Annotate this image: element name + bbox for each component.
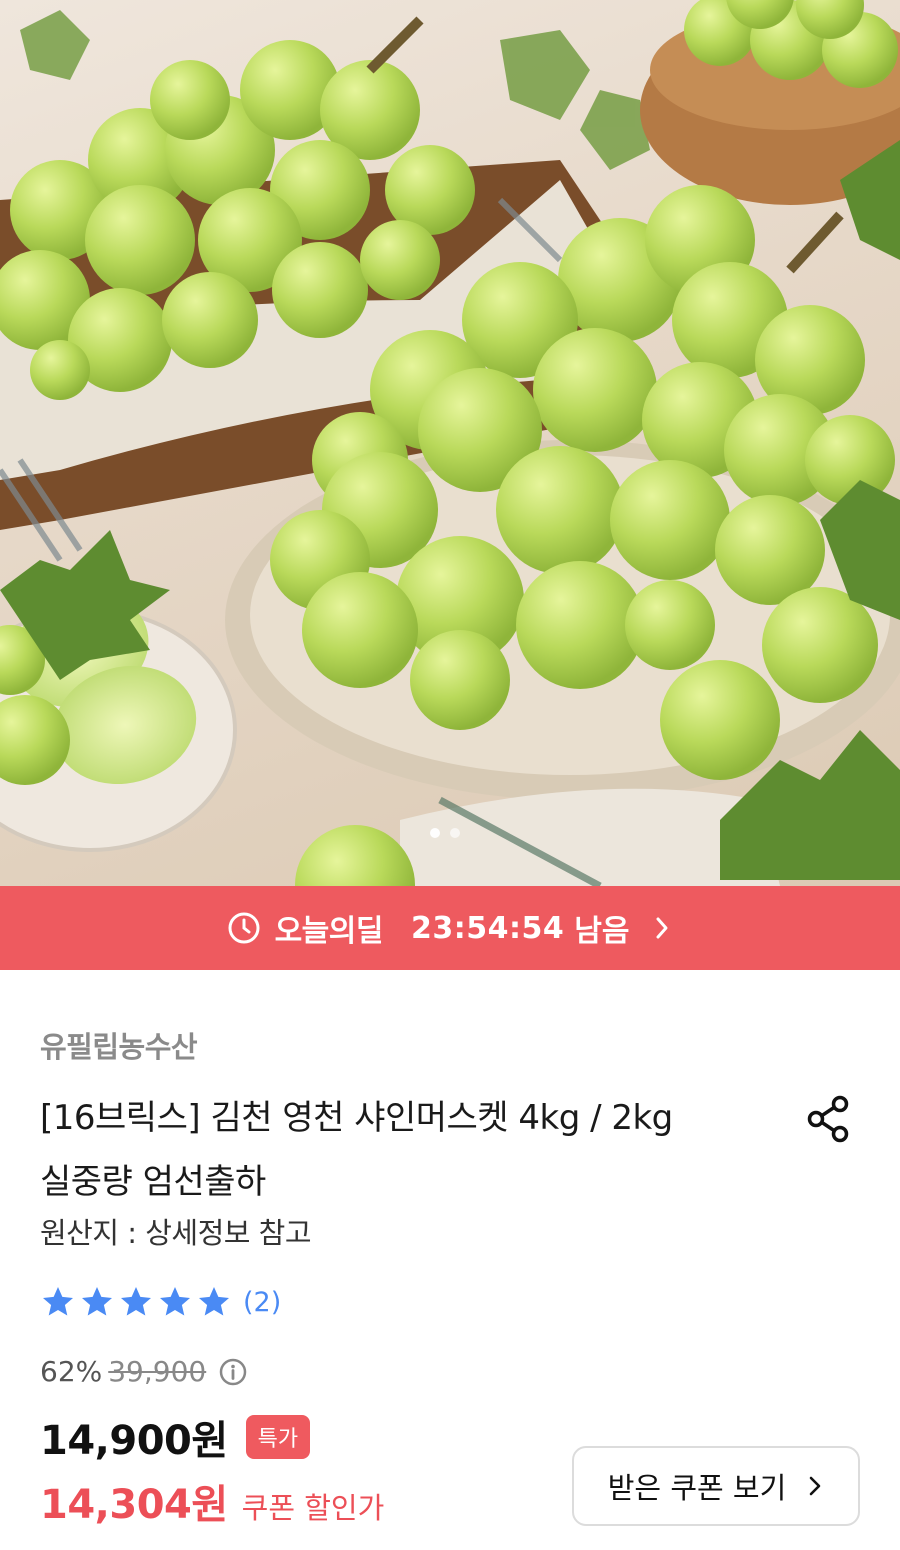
star-icon bbox=[82, 1287, 112, 1316]
seller-name[interactable]: 유필립농수산 bbox=[40, 1024, 198, 1066]
origin-info: 원산지 : 상세정보 참고 bbox=[40, 1216, 312, 1250]
star-icon bbox=[121, 1287, 151, 1316]
product-title-line: [16브릭스] 김천 영천 샤인머스켓 4kg / 2kg bbox=[40, 1098, 673, 1138]
review-count[interactable]: (2) bbox=[243, 1287, 281, 1318]
special-price-badge: 특가 bbox=[245, 1415, 311, 1459]
product-hero-image[interactable] bbox=[0, 0, 900, 886]
product-title: [16브릭스] 김천 영천 샤인머스켓 4kg / 2kg 실중량 엄선출하 bbox=[40, 1086, 780, 1214]
carousel-dot[interactable] bbox=[450, 828, 460, 838]
discount-info: 62% 39,900 bbox=[40, 1355, 248, 1388]
coupon-price-label: 쿠폰 할인가 bbox=[241, 1491, 385, 1525]
deal-remaining-label: 남음 bbox=[574, 914, 630, 949]
coupon-price-row: 14,304원 쿠폰 할인가 bbox=[40, 1472, 384, 1530]
product-title-line: 실중량 엄선출하 bbox=[40, 1162, 266, 1202]
view-coupons-button[interactable]: 받은 쿠폰 보기 bbox=[572, 1446, 860, 1526]
todays-deal-banner[interactable]: 오늘의딜 23:54:54 남음 bbox=[0, 886, 900, 970]
sale-price: 14,900원 bbox=[40, 1418, 228, 1464]
star-icon bbox=[160, 1287, 190, 1316]
chevron-right-icon bbox=[656, 917, 668, 939]
grapes-illustration bbox=[0, 0, 900, 886]
carousel-indicator[interactable] bbox=[430, 828, 460, 838]
original-price: 39,900 bbox=[108, 1355, 207, 1388]
carousel-dot[interactable] bbox=[430, 828, 440, 838]
price-row: 14,900원 특가 bbox=[40, 1408, 311, 1466]
star-icon bbox=[199, 1287, 229, 1316]
discount-rate: 62% bbox=[40, 1355, 103, 1388]
info-icon[interactable] bbox=[218, 1357, 248, 1387]
clock-icon bbox=[228, 912, 260, 944]
chevron-right-icon bbox=[809, 1476, 821, 1496]
deal-label: 오늘의딜 bbox=[274, 914, 384, 949]
rating-summary[interactable]: (2) bbox=[40, 1284, 281, 1320]
share-icon[interactable] bbox=[802, 1092, 854, 1144]
coupon-price: 14,304원 bbox=[40, 1482, 228, 1528]
deal-countdown: 23:54:54 bbox=[410, 910, 565, 946]
star-icon bbox=[43, 1287, 73, 1316]
view-coupons-label: 받은 쿠폰 보기 bbox=[607, 1471, 787, 1505]
